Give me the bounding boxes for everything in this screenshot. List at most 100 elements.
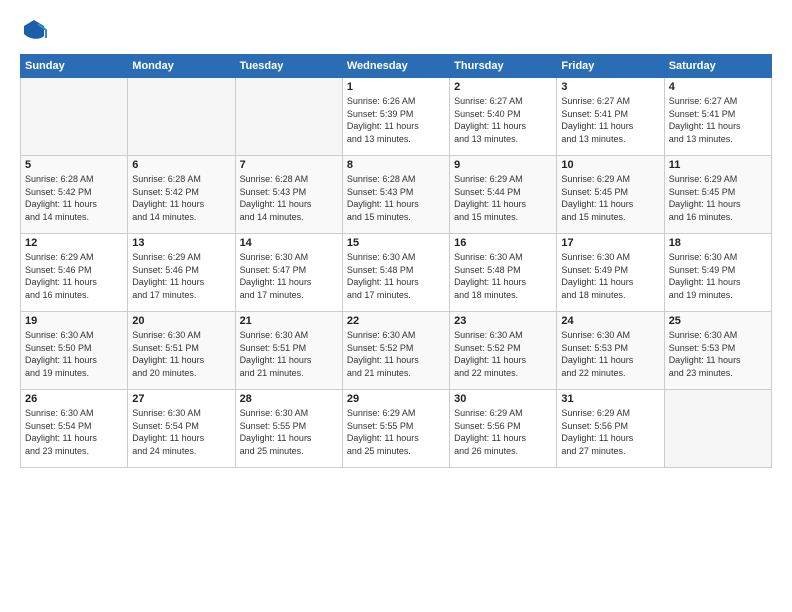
day-number: 19 — [25, 315, 123, 327]
day-info: Sunrise: 6:28 AM Sunset: 5:42 PM Dayligh… — [25, 173, 123, 223]
calendar-cell: 6 Sunrise: 6:28 AM Sunset: 5:42 PM Daylig… — [128, 156, 235, 234]
calendar-cell — [664, 390, 771, 468]
calendar-header-row: SundayMondayTuesdayWednesdayThursdayFrid… — [21, 55, 772, 78]
calendar-cell: 25 Sunrise: 6:30 AM Sunset: 5:53 PM Dayli… — [664, 312, 771, 390]
day-number: 20 — [132, 315, 230, 327]
day-number: 7 — [240, 159, 338, 171]
day-info: Sunrise: 6:28 AM Sunset: 5:43 PM Dayligh… — [347, 173, 445, 223]
calendar-week-row: 1 Sunrise: 6:26 AM Sunset: 5:39 PM Daylig… — [21, 78, 772, 156]
calendar-cell: 19 Sunrise: 6:30 AM Sunset: 5:50 PM Dayli… — [21, 312, 128, 390]
day-info: Sunrise: 6:29 AM Sunset: 5:45 PM Dayligh… — [669, 173, 767, 223]
day-number: 10 — [561, 159, 659, 171]
calendar-cell: 18 Sunrise: 6:30 AM Sunset: 5:49 PM Dayli… — [664, 234, 771, 312]
day-number: 2 — [454, 81, 552, 93]
calendar-cell: 22 Sunrise: 6:30 AM Sunset: 5:52 PM Dayli… — [342, 312, 449, 390]
day-info: Sunrise: 6:29 AM Sunset: 5:56 PM Dayligh… — [454, 407, 552, 457]
day-info: Sunrise: 6:30 AM Sunset: 5:52 PM Dayligh… — [454, 329, 552, 379]
day-info: Sunrise: 6:30 AM Sunset: 5:50 PM Dayligh… — [25, 329, 123, 379]
calendar-cell: 24Sunrise: 6:30 AM Sunset: 5:53 PM Dayli… — [557, 312, 664, 390]
day-number: 23 — [454, 315, 552, 327]
day-number: 12 — [25, 237, 123, 249]
day-info: Sunrise: 6:30 AM Sunset: 5:51 PM Dayligh… — [132, 329, 230, 379]
day-info: Sunrise: 6:30 AM Sunset: 5:51 PM Dayligh… — [240, 329, 338, 379]
day-info: Sunrise: 6:26 AM Sunset: 5:39 PM Dayligh… — [347, 95, 445, 145]
day-number: 30 — [454, 393, 552, 405]
day-info: Sunrise: 6:29 AM Sunset: 5:56 PM Dayligh… — [561, 407, 659, 457]
page: SundayMondayTuesdayWednesdayThursdayFrid… — [0, 0, 792, 612]
day-number: 6 — [132, 159, 230, 171]
logo — [20, 16, 52, 44]
calendar-cell — [128, 78, 235, 156]
calendar-cell: 1 Sunrise: 6:26 AM Sunset: 5:39 PM Daylig… — [342, 78, 449, 156]
day-info: Sunrise: 6:28 AM Sunset: 5:43 PM Dayligh… — [240, 173, 338, 223]
day-number: 18 — [669, 237, 767, 249]
day-info: Sunrise: 6:29 AM Sunset: 5:44 PM Dayligh… — [454, 173, 552, 223]
day-number: 11 — [669, 159, 767, 171]
calendar-cell: 31Sunrise: 6:29 AM Sunset: 5:56 PM Dayli… — [557, 390, 664, 468]
calendar-cell: 12 Sunrise: 6:29 AM Sunset: 5:46 PM Dayli… — [21, 234, 128, 312]
day-info: Sunrise: 6:29 AM Sunset: 5:46 PM Dayligh… — [132, 251, 230, 301]
day-info: Sunrise: 6:30 AM Sunset: 5:55 PM Dayligh… — [240, 407, 338, 457]
calendar-week-row: 5 Sunrise: 6:28 AM Sunset: 5:42 PM Daylig… — [21, 156, 772, 234]
day-number: 22 — [347, 315, 445, 327]
calendar-cell — [235, 78, 342, 156]
calendar-table: SundayMondayTuesdayWednesdayThursdayFrid… — [20, 54, 772, 468]
day-number: 4 — [669, 81, 767, 93]
calendar-cell: 10 Sunrise: 6:29 AM Sunset: 5:45 PM Dayli… — [557, 156, 664, 234]
day-info: Sunrise: 6:30 AM Sunset: 5:53 PM Dayligh… — [669, 329, 767, 379]
day-number: 21 — [240, 315, 338, 327]
day-info: Sunrise: 6:27 AM Sunset: 5:41 PM Dayligh… — [561, 95, 659, 145]
header — [20, 16, 772, 44]
day-header-friday: Friday — [557, 55, 664, 78]
day-number: 25 — [669, 315, 767, 327]
day-number: 1 — [347, 81, 445, 93]
day-number: 3 — [561, 81, 659, 93]
day-info: Sunrise: 6:30 AM Sunset: 5:54 PM Dayligh… — [132, 407, 230, 457]
day-info: Sunrise: 6:29 AM Sunset: 5:45 PM Dayligh… — [561, 173, 659, 223]
calendar-cell: 7 Sunrise: 6:28 AM Sunset: 5:43 PM Daylig… — [235, 156, 342, 234]
day-number: 9 — [454, 159, 552, 171]
calendar-cell: 11 Sunrise: 6:29 AM Sunset: 5:45 PM Dayli… — [664, 156, 771, 234]
day-info: Sunrise: 6:30 AM Sunset: 5:48 PM Dayligh… — [454, 251, 552, 301]
day-info: Sunrise: 6:30 AM Sunset: 5:52 PM Dayligh… — [347, 329, 445, 379]
day-number: 26 — [25, 393, 123, 405]
day-info: Sunrise: 6:30 AM Sunset: 5:49 PM Dayligh… — [561, 251, 659, 301]
day-number: 15 — [347, 237, 445, 249]
calendar-week-row: 26 Sunrise: 6:30 AM Sunset: 5:54 PM Dayli… — [21, 390, 772, 468]
logo-icon — [20, 16, 48, 44]
day-header-sunday: Sunday — [21, 55, 128, 78]
day-number: 17 — [561, 237, 659, 249]
day-info: Sunrise: 6:27 AM Sunset: 5:40 PM Dayligh… — [454, 95, 552, 145]
calendar-cell: 8 Sunrise: 6:28 AM Sunset: 5:43 PM Daylig… — [342, 156, 449, 234]
day-info: Sunrise: 6:30 AM Sunset: 5:49 PM Dayligh… — [669, 251, 767, 301]
day-info: Sunrise: 6:29 AM Sunset: 5:55 PM Dayligh… — [347, 407, 445, 457]
calendar-cell: 17 Sunrise: 6:30 AM Sunset: 5:49 PM Dayli… — [557, 234, 664, 312]
day-header-wednesday: Wednesday — [342, 55, 449, 78]
day-number: 24 — [561, 315, 659, 327]
day-number: 5 — [25, 159, 123, 171]
day-info: Sunrise: 6:29 AM Sunset: 5:46 PM Dayligh… — [25, 251, 123, 301]
calendar-week-row: 12 Sunrise: 6:29 AM Sunset: 5:46 PM Dayli… — [21, 234, 772, 312]
calendar-cell: 15Sunrise: 6:30 AM Sunset: 5:48 PM Dayli… — [342, 234, 449, 312]
calendar-cell: 3 Sunrise: 6:27 AM Sunset: 5:41 PM Daylig… — [557, 78, 664, 156]
day-number: 16 — [454, 237, 552, 249]
day-number: 29 — [347, 393, 445, 405]
day-info: Sunrise: 6:27 AM Sunset: 5:41 PM Dayligh… — [669, 95, 767, 145]
calendar-cell — [21, 78, 128, 156]
calendar-cell: 9 Sunrise: 6:29 AM Sunset: 5:44 PM Daylig… — [450, 156, 557, 234]
day-info: Sunrise: 6:28 AM Sunset: 5:42 PM Dayligh… — [132, 173, 230, 223]
day-header-tuesday: Tuesday — [235, 55, 342, 78]
calendar-cell: 26Sunrise: 6:30 AM Sunset: 5:54 PM Dayli… — [21, 390, 128, 468]
day-number: 28 — [240, 393, 338, 405]
day-number: 8 — [347, 159, 445, 171]
calendar-cell: 29 Sunrise: 6:29 AM Sunset: 5:55 PM Dayli… — [342, 390, 449, 468]
calendar-week-row: 19 Sunrise: 6:30 AM Sunset: 5:50 PM Dayli… — [21, 312, 772, 390]
calendar-cell: 13Sunrise: 6:29 AM Sunset: 5:46 PM Dayli… — [128, 234, 235, 312]
calendar-cell: 21 Sunrise: 6:30 AM Sunset: 5:51 PM Dayli… — [235, 312, 342, 390]
calendar-cell: 20 Sunrise: 6:30 AM Sunset: 5:51 PM Dayli… — [128, 312, 235, 390]
calendar-cell: 16 Sunrise: 6:30 AM Sunset: 5:48 PM Dayli… — [450, 234, 557, 312]
calendar-cell: 4 Sunrise: 6:27 AM Sunset: 5:41 PM Daylig… — [664, 78, 771, 156]
calendar-cell: 2 Sunrise: 6:27 AM Sunset: 5:40 PM Daylig… — [450, 78, 557, 156]
calendar-cell: 23 Sunrise: 6:30 AM Sunset: 5:52 PM Dayli… — [450, 312, 557, 390]
calendar-cell: 27Sunrise: 6:30 AM Sunset: 5:54 PM Dayli… — [128, 390, 235, 468]
